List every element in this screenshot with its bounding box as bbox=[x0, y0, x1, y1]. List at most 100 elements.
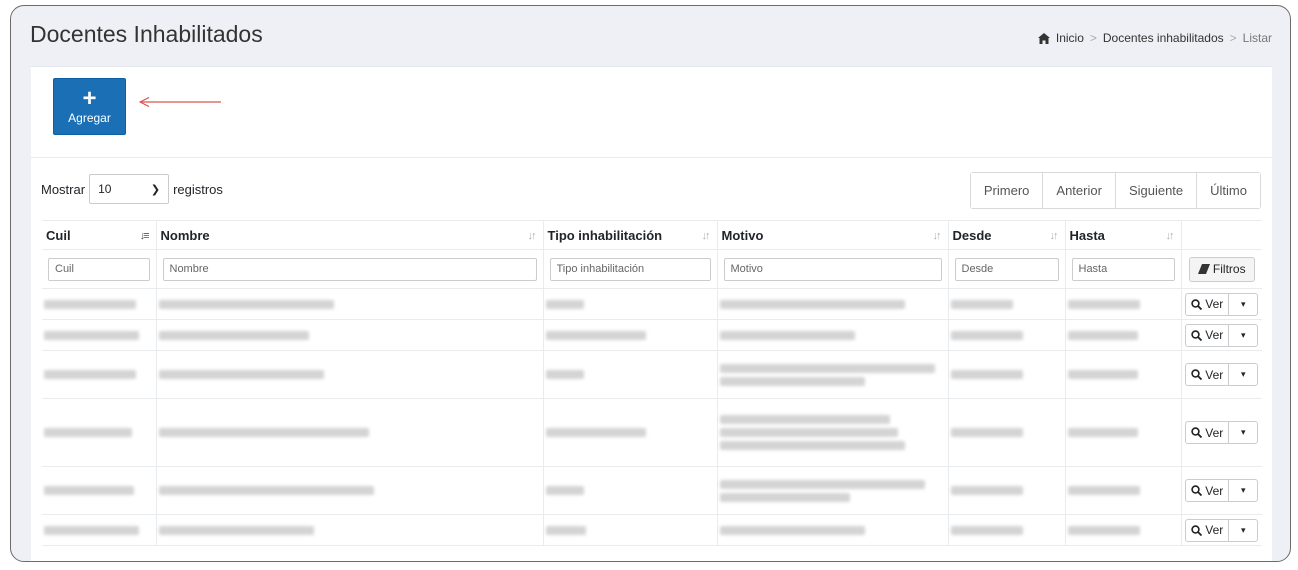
redacted-text bbox=[44, 525, 139, 535]
view-button-group[interactable]: Ver ▾ bbox=[1185, 292, 1259, 316]
home-icon bbox=[1037, 32, 1050, 44]
redacted-text bbox=[719, 441, 905, 450]
search-icon bbox=[1191, 485, 1203, 496]
annotation-arrow-icon bbox=[139, 97, 221, 107]
column-header-nombre[interactable]: Nombre ↓↑ bbox=[156, 220, 544, 250]
search-icon bbox=[1191, 298, 1203, 310]
table-row: Ver ▾ bbox=[42, 466, 1262, 515]
redacted-text bbox=[1067, 299, 1140, 309]
redacted-text bbox=[545, 486, 584, 495]
dropdown-caret-icon[interactable]: ▾ bbox=[1229, 520, 1257, 541]
breadcrumb-home[interactable]: Inicio bbox=[1056, 31, 1084, 45]
window-frame: Docentes Inhabilitados Inicio > Docentes… bbox=[10, 5, 1291, 562]
redacted-text bbox=[158, 428, 369, 437]
redacted-text bbox=[158, 370, 324, 379]
redacted-text bbox=[545, 525, 586, 535]
length-prefix: Mostrar bbox=[41, 181, 86, 197]
redacted-text bbox=[719, 428, 898, 437]
breadcrumb-separator: > bbox=[1229, 31, 1237, 45]
view-button[interactable]: Ver bbox=[1186, 364, 1230, 385]
search-icon bbox=[1191, 524, 1203, 536]
redacted-text bbox=[545, 299, 584, 309]
redacted-text bbox=[1067, 370, 1138, 379]
dropdown-caret-icon[interactable]: ▾ bbox=[1229, 422, 1257, 443]
view-button[interactable]: Ver bbox=[1186, 480, 1230, 501]
column-header-cuil[interactable]: Cuil ↓≡ bbox=[42, 220, 157, 250]
search-icon bbox=[1191, 427, 1203, 438]
divider bbox=[31, 157, 1272, 158]
sort-asc-icon: ↓≡ bbox=[139, 230, 150, 242]
search-icon bbox=[1191, 369, 1203, 380]
dropdown-caret-icon[interactable]: ▾ bbox=[1229, 364, 1257, 385]
view-button[interactable]: Ver bbox=[1186, 422, 1230, 443]
filter-desde-input[interactable] bbox=[954, 257, 1059, 281]
breadcrumb-separator: > bbox=[1089, 31, 1097, 45]
redacted-text bbox=[545, 370, 584, 379]
sort-icon: ↓↑ bbox=[932, 230, 942, 242]
breadcrumb-current: Listar bbox=[1242, 31, 1272, 45]
table-row: Ver ▾ bbox=[42, 514, 1262, 546]
redacted-text bbox=[950, 486, 1023, 495]
view-button-group[interactable]: Ver ▾ bbox=[1185, 363, 1259, 386]
redacted-text bbox=[1067, 330, 1138, 340]
redacted-text bbox=[950, 370, 1023, 379]
redacted-text bbox=[158, 486, 374, 495]
redacted-text bbox=[545, 330, 646, 340]
column-header-tipo[interactable]: Tipo inhabilitación ↓↑ bbox=[543, 220, 718, 250]
column-header-actions bbox=[1181, 220, 1262, 250]
table-row: Ver ▾ bbox=[42, 350, 1262, 399]
redacted-text bbox=[158, 525, 314, 535]
pagination-next[interactable]: Siguiente bbox=[1115, 173, 1198, 208]
view-button-group[interactable]: Ver ▾ bbox=[1185, 421, 1259, 444]
page-length-control: Mostrar 10 ❯ registros bbox=[41, 174, 223, 204]
dropdown-caret-icon[interactable]: ▾ bbox=[1229, 325, 1257, 346]
filter-cuil-input[interactable] bbox=[48, 257, 150, 281]
table-row: Ver ▾ bbox=[42, 319, 1262, 351]
redacted-text bbox=[719, 415, 890, 424]
redacted-text bbox=[719, 479, 925, 489]
dropdown-caret-icon[interactable]: ▾ bbox=[1229, 294, 1257, 315]
redacted-text bbox=[1067, 428, 1138, 437]
view-button[interactable]: Ver bbox=[1186, 519, 1230, 541]
redacted-text bbox=[1067, 486, 1140, 495]
page-length-select[interactable]: 10 ❯ bbox=[89, 174, 170, 204]
content-card: + Agregar Mostrar 10 ❯ registros Primero… bbox=[31, 66, 1272, 561]
view-button-group[interactable]: Ver ▾ bbox=[1185, 479, 1259, 502]
redacted-text bbox=[950, 525, 1023, 535]
eraser-icon bbox=[1197, 264, 1210, 274]
length-suffix: registros bbox=[173, 181, 223, 197]
sort-icon: ↓↑ bbox=[1165, 230, 1175, 242]
filter-tipo-input[interactable] bbox=[549, 257, 711, 281]
pagination-first[interactable]: Primero bbox=[970, 173, 1044, 208]
filters-button[interactable]: Filtros bbox=[1188, 256, 1255, 282]
view-button-group[interactable]: Ver ▾ bbox=[1185, 323, 1259, 347]
data-table: Cuil ↓≡ Nombre ↓↑ Tipo inhabilitación ↓↑ Mo… bbox=[42, 220, 1262, 546]
sort-icon: ↓↑ bbox=[527, 230, 537, 242]
pagination-last[interactable]: Último bbox=[1197, 173, 1260, 208]
add-button[interactable]: + Agregar bbox=[53, 78, 126, 135]
page-title: Docentes Inhabilitados bbox=[30, 21, 263, 47]
column-header-desde[interactable]: Desde ↓↑ bbox=[948, 220, 1066, 250]
search-icon bbox=[1191, 329, 1203, 341]
add-button-label: Agregar bbox=[68, 110, 111, 125]
redacted-text bbox=[44, 299, 136, 309]
redacted-text bbox=[950, 428, 1023, 437]
view-button[interactable]: Ver bbox=[1186, 293, 1230, 315]
column-header-hasta[interactable]: Hasta ↓↑ bbox=[1065, 220, 1182, 250]
filter-nombre-input[interactable] bbox=[162, 257, 537, 281]
redacted-text bbox=[950, 330, 1023, 340]
dropdown-caret-icon[interactable]: ▾ bbox=[1229, 480, 1257, 501]
view-button-group[interactable]: Ver ▾ bbox=[1185, 518, 1259, 542]
page-header: Docentes Inhabilitados Inicio > Docentes… bbox=[11, 6, 1290, 66]
table-row: Ver ▾ bbox=[42, 288, 1262, 320]
breadcrumb-section[interactable]: Docentes inhabilitados bbox=[1103, 31, 1224, 45]
redacted-text bbox=[719, 525, 865, 535]
sort-icon: ↓↑ bbox=[1049, 230, 1059, 242]
column-header-motivo[interactable]: Motivo ↓↑ bbox=[717, 220, 949, 250]
filter-motivo-input[interactable] bbox=[723, 257, 942, 281]
pagination-prev[interactable]: Anterior bbox=[1043, 173, 1116, 208]
redacted-text bbox=[719, 376, 865, 386]
view-button[interactable]: Ver bbox=[1186, 324, 1230, 346]
filter-hasta-input[interactable] bbox=[1071, 257, 1175, 281]
redacted-text bbox=[44, 370, 136, 379]
